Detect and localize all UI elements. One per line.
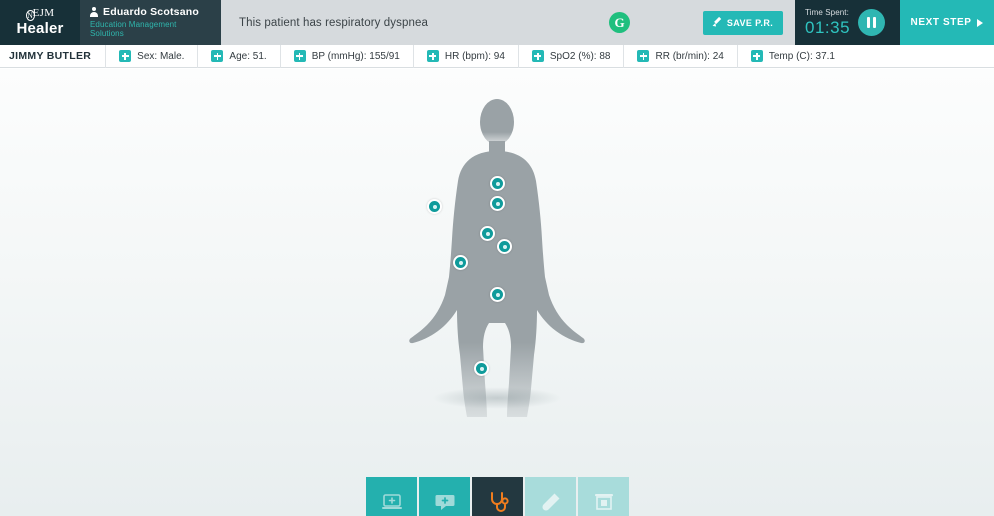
vital-label: RR (br/min): 24 [655, 50, 724, 62]
brand-logo: NEJM Healer [0, 0, 80, 45]
plus-icon[interactable] [211, 50, 224, 62]
vital-label: SpO2 (%): 88 [549, 50, 611, 62]
brand-healer-text: Healer [16, 20, 64, 37]
stethoscope-icon [490, 492, 509, 512]
chevron-right-icon [977, 18, 984, 27]
user-org-line2: Solutions [90, 29, 124, 38]
hotspot-face[interactable] [490, 196, 505, 211]
tool-hx: HX [419, 477, 470, 516]
header-message-bar: This patient has respiratory dyspnea G [221, 0, 691, 45]
app-header: NEJM Healer Eduardo Scotsano Education M… [0, 0, 994, 45]
user-name: Eduardo Scotsano [103, 6, 199, 18]
user-block[interactable]: Eduardo Scotsano Education Management So… [80, 0, 221, 45]
laptop-plus-icon [381, 494, 402, 509]
tool-triage: TRIAGE [366, 477, 417, 516]
tool-labs-button[interactable] [525, 477, 576, 516]
save-button-wrap: SAVE P.R. [691, 0, 795, 45]
body-shadow [432, 387, 562, 409]
vital-item-age[interactable]: Age: 51. [198, 44, 281, 68]
plus-icon[interactable] [119, 50, 132, 62]
brand-ejm: EJM [32, 7, 55, 19]
chat-plus-icon [435, 495, 454, 510]
vital-label: Age: 51. [229, 50, 267, 62]
tool-triage-button[interactable] [366, 477, 417, 516]
pause-bar-right [872, 17, 876, 28]
body-silhouette-icon [409, 99, 585, 417]
tool-pe: PE [472, 477, 523, 516]
refresh-circle-icon[interactable]: G [609, 12, 630, 33]
user-row: Eduardo Scotsano [90, 6, 221, 18]
brand-nejm-text: NEJM [25, 7, 55, 21]
hotspot-abdomen[interactable] [490, 287, 505, 302]
vital-item-hr[interactable]: HR (bpm): 94 [414, 44, 519, 68]
body-diagram [397, 89, 597, 419]
vital-item-sex[interactable]: Sex: Male. [106, 44, 199, 68]
tool-imaging-button[interactable] [578, 477, 629, 516]
plus-icon[interactable] [293, 50, 306, 62]
timer-block: Time Spent: 01:35 [795, 0, 900, 45]
plus-icon[interactable] [637, 50, 650, 62]
hotspot-arm-left[interactable] [453, 255, 468, 270]
pause-icon[interactable] [858, 9, 886, 36]
vital-item-rr[interactable]: RR (br/min): 24 [624, 44, 738, 68]
user-icon [90, 7, 98, 17]
tool-labs: LABS [525, 477, 576, 516]
tool-tabs: TRIAGE HX [366, 477, 629, 516]
vital-label: Temp (C): 37.1 [768, 50, 835, 62]
patient-name: JIMMY BUTLER [0, 44, 107, 68]
vital-item-temp[interactable]: Temp (C): 37.1 [738, 45, 848, 68]
hotspot-chest-left[interactable] [480, 226, 495, 241]
timer-text-col: Time Spent: 01:35 [805, 8, 850, 37]
vital-label: HR (bpm): 94 [444, 50, 505, 62]
plus-icon[interactable] [750, 50, 763, 62]
tool-imaging: IMAGING [578, 477, 629, 516]
hotspot-chest-right[interactable] [497, 239, 512, 254]
pencil-icon [713, 18, 722, 27]
tool-hx-button[interactable] [419, 477, 470, 516]
test-tube-icon [541, 493, 559, 511]
next-step-button[interactable]: NEXT STEP [900, 0, 994, 45]
vital-item-bp[interactable]: BP (mmHg): 155/91 [281, 44, 414, 68]
tool-pe-button[interactable] [472, 477, 523, 516]
vital-item-spo2[interactable]: SpO2 (%): 88 [519, 44, 625, 68]
save-button-label: SAVE P.R. [726, 17, 774, 28]
hotspot-leg[interactable] [474, 361, 489, 376]
save-button[interactable]: SAVE P.R. [702, 10, 784, 35]
user-org-line1: Education Management [90, 20, 177, 29]
timer-label: Time Spent: [805, 8, 849, 17]
vital-label: Sex: Male. [137, 50, 185, 62]
next-step-label: NEXT STEP [910, 17, 972, 28]
hotspot-head[interactable] [490, 176, 505, 191]
header-message: This patient has respiratory dyspnea [239, 16, 428, 29]
timer-value: 01:35 [805, 18, 851, 37]
hotspot-floating-left[interactable] [427, 199, 442, 214]
pause-bar-left [867, 17, 871, 28]
app-root: NEJM Healer Eduardo Scotsano Education M… [0, 0, 994, 516]
xray-film-icon [594, 494, 613, 510]
plus-icon[interactable] [531, 50, 544, 62]
plus-icon[interactable] [426, 50, 439, 62]
main-stage: TRIAGE HX [0, 69, 994, 516]
vitals-bar: JIMMY BUTLER Sex: Male. Age: 51. BP (mmH… [0, 44, 994, 68]
vital-label: BP (mmHg): 155/91 [311, 50, 400, 62]
